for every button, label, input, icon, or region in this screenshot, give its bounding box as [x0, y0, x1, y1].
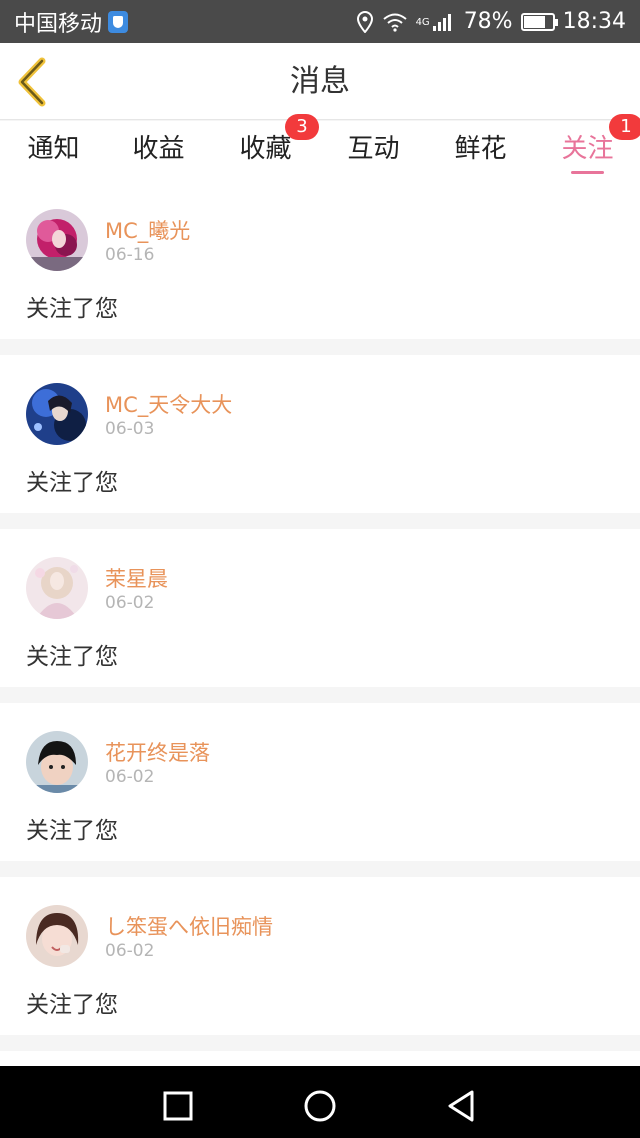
home-icon[interactable] [300, 1086, 340, 1126]
tab-flowers[interactable]: 鲜花 [427, 121, 534, 181]
wifi-icon [382, 13, 407, 32]
avatar[interactable] [26, 209, 88, 271]
tab-label: 收藏 [239, 134, 292, 164]
clock: 18:34 [562, 9, 626, 34]
list-item[interactable]: 花开终是落 06-02 关注了您 [0, 703, 640, 861]
tab-interactions[interactable]: 互动 [320, 121, 427, 181]
status-bar: 中国移动 4G 78% 18:34 [0, 0, 640, 43]
message-date: 06-02 [105, 941, 155, 961]
tab-label: 关注 [561, 134, 614, 164]
tab-notifications[interactable]: 通知 [0, 121, 107, 181]
message-text: 关注了您 [26, 644, 118, 670]
battery-icon [520, 12, 558, 31]
user-name[interactable]: 茉星晨 [105, 563, 168, 593]
user-name[interactable]: し笨蛋へ依旧痴情 [105, 911, 273, 941]
tab-favorites[interactable]: 收藏 3 [212, 114, 319, 181]
back-icon[interactable] [442, 1086, 482, 1126]
avatar[interactable] [26, 731, 88, 793]
signal-icon [432, 13, 451, 31]
tab-label: 收益 [132, 134, 185, 164]
message-list: MC_曦光 06-16 关注了您 MC_天令大大 06-03 关注了您 茉星晨 … [0, 181, 640, 1087]
tab-earnings[interactable]: 收益 [105, 121, 212, 181]
active-tab-indicator [571, 171, 604, 174]
avatar[interactable] [26, 905, 88, 967]
header: 消息 [0, 43, 640, 120]
tab-follows[interactable]: 关注 1 [534, 114, 640, 181]
page-title: 消息 [290, 64, 350, 99]
user-name[interactable]: 花开终是落 [105, 737, 210, 767]
message-date: 06-02 [105, 593, 155, 613]
follows-badge: 1 [609, 114, 640, 140]
message-text: 关注了您 [26, 470, 118, 496]
message-text: 关注了您 [26, 296, 118, 322]
tab-label: 互动 [347, 134, 400, 164]
tab-label: 鲜花 [454, 134, 507, 164]
message-text: 关注了您 [26, 992, 118, 1018]
tab-bar: 通知 收益 收藏 3 互动 鲜花 关注 1 [0, 114, 640, 181]
message-text: 关注了您 [26, 818, 118, 844]
user-name[interactable]: MC_曦光 [105, 215, 190, 245]
network-type-label: 4G [415, 17, 430, 28]
location-icon [356, 10, 373, 33]
message-date: 06-02 [105, 767, 155, 787]
avatar[interactable] [26, 557, 88, 619]
avatar[interactable] [26, 383, 88, 445]
message-date: 06-16 [105, 245, 155, 265]
carrier-label: 中国移动 [14, 11, 103, 37]
list-item[interactable]: MC_曦光 06-16 关注了您 [0, 181, 640, 339]
recent-apps-icon[interactable] [158, 1086, 198, 1126]
list-item[interactable]: 茉星晨 06-02 关注了您 [0, 529, 640, 687]
security-shield-icon [108, 10, 129, 33]
user-name[interactable]: MC_天令大大 [105, 389, 232, 419]
battery-percent: 78% [463, 9, 513, 34]
favorites-badge: 3 [285, 114, 319, 140]
message-date: 06-03 [105, 419, 155, 439]
tab-label: 通知 [27, 134, 80, 164]
system-nav-bar [0, 1066, 640, 1138]
list-item[interactable]: し笨蛋へ依旧痴情 06-02 关注了您 [0, 877, 640, 1035]
list-item[interactable]: MC_天令大大 06-03 关注了您 [0, 355, 640, 513]
